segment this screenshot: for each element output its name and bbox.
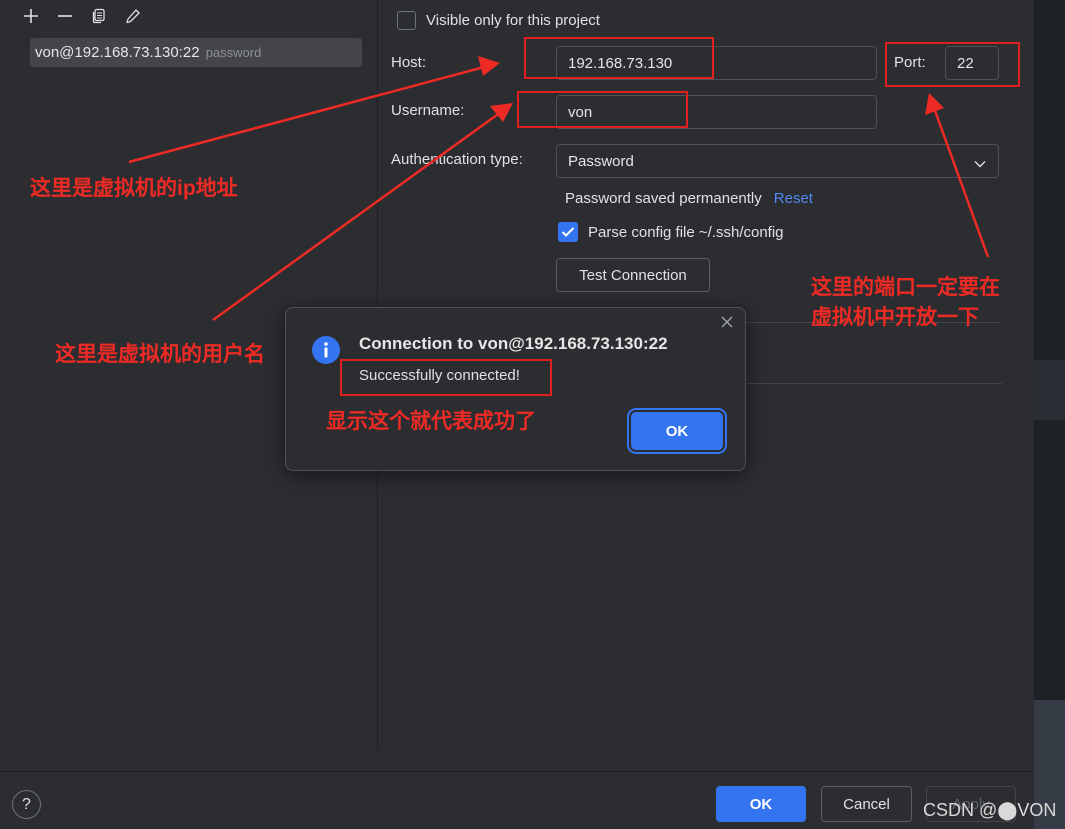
test-connection-button[interactable]: Test Connection [556,258,710,292]
password-note: Password saved permanently [565,190,762,207]
port-highlight-box [885,42,1020,87]
close-icon[interactable] [719,314,737,332]
password-note-row: Password saved permanently Reset [565,190,813,207]
auth-type-select[interactable]: Password [556,144,999,178]
visible-only-row[interactable]: Visible only for this project [397,11,600,30]
info-icon [312,336,340,364]
auth-type-label: Authentication type: [391,151,523,168]
parse-config-label: Parse config file ~/.ssh/config [588,223,784,241]
dialog-ok-button[interactable]: OK [631,412,723,450]
minus-icon[interactable] [54,6,76,26]
copy-icon[interactable] [88,6,110,26]
plus-icon[interactable] [20,6,42,26]
username-annotation: 这里是虚拟机的用户名 [55,343,265,366]
auth-type-value: Password [568,152,634,170]
username-label: Username: [391,102,465,119]
chevron-down-icon [974,156,986,173]
reset-link[interactable]: Reset [774,190,813,207]
ok-button[interactable]: OK [716,786,806,822]
host-list-toolbar [20,6,144,26]
port-annotation-line1: 这里的端口一定要在 [811,276,1000,299]
success-highlight-box [340,359,552,396]
host-label: Host: [391,54,427,71]
host-item-name: von@192.168.73.130:22 [35,44,200,61]
pencil-icon[interactable] [122,6,144,26]
watermark: CSDN @⬤VON [923,800,1057,820]
dialog-title: Connection to von@192.168.73.130:22 [359,334,668,353]
parse-config-checkbox[interactable] [558,222,578,242]
help-button[interactable]: ? [12,790,41,819]
visible-only-checkbox[interactable] [397,11,416,30]
host-item-auth: password [205,45,262,60]
host-list-item[interactable]: von@192.168.73.130:22 password [30,38,362,67]
cancel-button[interactable]: Cancel [821,786,912,822]
port-annotation-line2: 虚拟机中开放一下 [811,306,979,329]
host-highlight-box [524,37,714,79]
ip-annotation: 这里是虚拟机的ip地址 [30,177,238,200]
separator-line [745,383,1002,384]
success-annotation: 显示这个就代表成功了 [326,410,536,433]
parse-config-row[interactable]: Parse config file ~/.ssh/config [558,222,784,242]
username-highlight-box [517,91,688,128]
visible-only-label: Visible only for this project [426,12,600,29]
background-strip [1034,0,1065,829]
